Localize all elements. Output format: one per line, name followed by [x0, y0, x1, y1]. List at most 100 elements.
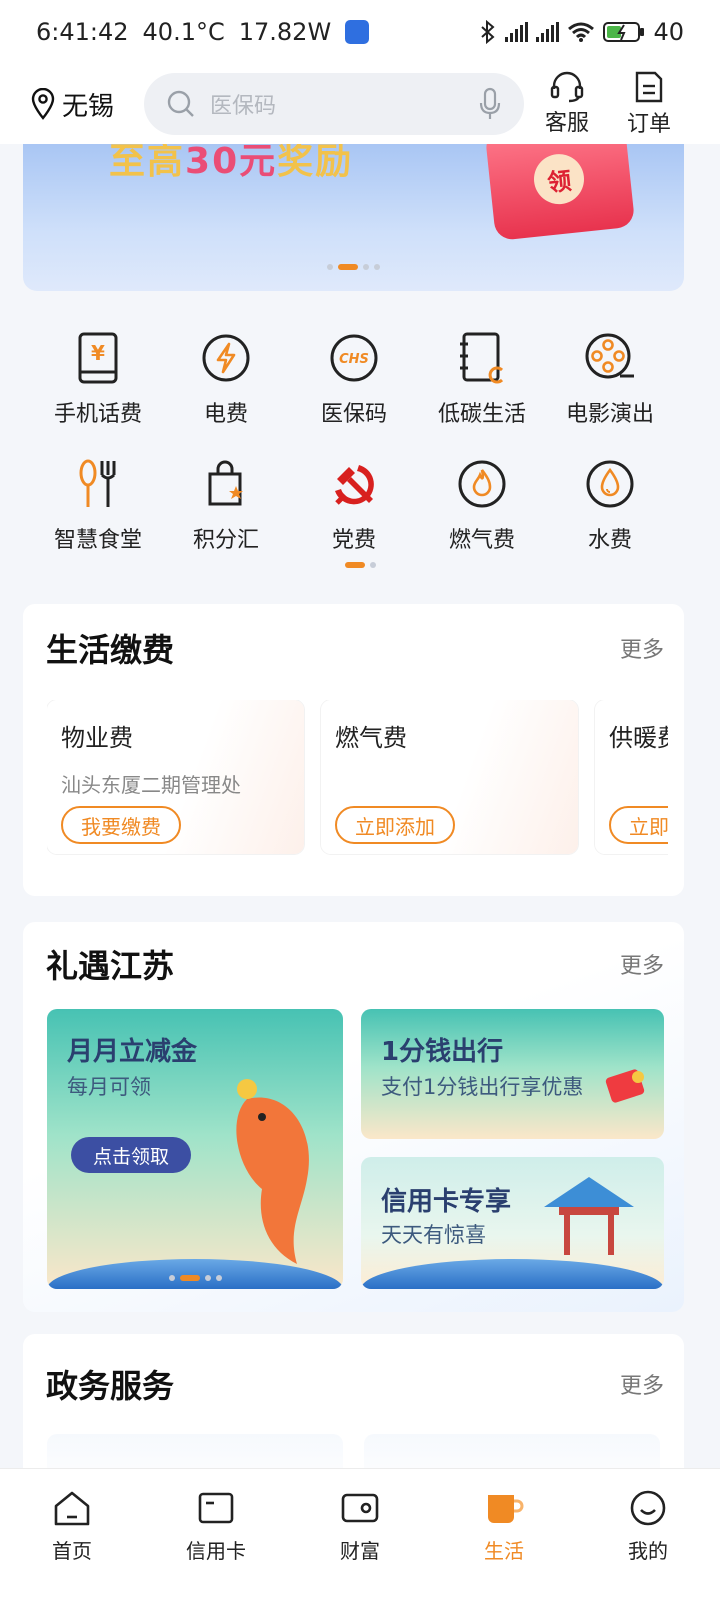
grid-item-phone-bill[interactable]: ¥ 手机话费: [34, 330, 162, 428]
tab-wealth[interactable]: 财富: [310, 1489, 410, 1600]
grid-item-electricity[interactable]: 电费: [162, 330, 290, 428]
grid-item-water-fee[interactable]: 水费: [546, 456, 674, 554]
banner-pagination: [23, 264, 684, 270]
pay-item-name: 燃气费: [335, 724, 407, 752]
status-bar: 6:41:42 40.1°C 17.82W 40: [0, 0, 720, 64]
grid-item-gas-fee[interactable]: 燃气费: [418, 456, 546, 554]
water-drop-icon: [582, 456, 638, 512]
search-input[interactable]: 医保码: [144, 73, 525, 135]
pay-now-button[interactable]: 我要缴费: [61, 806, 181, 844]
grid-item-smart-canteen[interactable]: 智慧食堂: [34, 456, 162, 554]
bottom-tab-bar: 首页 信用卡 财富 生活 我的: [0, 1468, 720, 1600]
pay-item-heating[interactable]: 供暖费 立即添加: [595, 700, 668, 854]
grid-item-points[interactable]: 积分汇: [162, 456, 290, 554]
bluetooth-icon: [481, 20, 495, 44]
pavilion-image: [544, 1177, 634, 1255]
battery-icon: [603, 22, 645, 42]
grid-label-smart-canteen: 智慧食堂: [53, 528, 142, 553]
notebook-icon: [454, 330, 510, 386]
status-time: 6:41:42: [36, 18, 129, 46]
phone-bill-icon: ¥: [70, 330, 126, 386]
microphone-icon[interactable]: [478, 87, 502, 121]
headset-icon: [550, 71, 584, 103]
monthly-discount-tile[interactable]: 月月立减金 每月可领 点击领取: [47, 1009, 343, 1289]
party-emblem-icon: [326, 456, 382, 512]
cup-icon: [488, 1495, 524, 1523]
home-icon: [54, 1491, 90, 1526]
tab-home[interactable]: 首页: [22, 1489, 122, 1600]
tab-label: 我的: [628, 1539, 668, 1563]
service-grid: ¥ 手机话费 电费 CHS 医保码 低碳生活 电影演出 智慧食堂 积分汇 党费 …: [34, 330, 674, 554]
wallet-icon: [341, 1493, 379, 1523]
tab-label: 首页: [52, 1539, 92, 1563]
status-temperature: 40.1°C: [142, 18, 225, 46]
pay-item-name: 供暖费: [609, 724, 668, 752]
top-header: 无锡 医保码 客服 订单: [0, 64, 720, 144]
grid-label-phone-bill: 手机话费: [53, 402, 142, 427]
wifi-icon: [568, 22, 595, 42]
customer-service-label: 客服: [545, 111, 590, 136]
grid-label-points: 积分汇: [192, 528, 259, 553]
shopping-bag-icon: [198, 456, 254, 512]
pay-item-subtitle: [335, 769, 564, 795]
tab-label: 生活: [484, 1539, 524, 1563]
pay-item-subtitle: 汕头东厦二期管理处: [61, 773, 241, 797]
chs-icon: CHS: [326, 330, 382, 386]
tab-label: 信用卡: [186, 1539, 246, 1563]
cutlery-icon: [70, 456, 126, 512]
gov-services-more-link[interactable]: 更多: [620, 1368, 664, 1400]
tab-mine[interactable]: 我的: [598, 1489, 698, 1600]
location-label: 无锡: [62, 91, 115, 122]
grid-item-movies[interactable]: 电影演出: [546, 330, 674, 428]
promo-banner[interactable]: 至高30元奖励 领: [23, 144, 684, 291]
one-cent-travel-tile[interactable]: 1分钱出行 支付1分钱出行享优惠: [361, 1009, 664, 1139]
tile-title: 月月立减金: [67, 1037, 198, 1067]
pay-item-subtitle: [609, 769, 668, 795]
tile-subtitle: 支付1分钱出行享优惠: [381, 1075, 584, 1099]
life-payments-title: 生活缴费: [46, 631, 175, 669]
add-now-button[interactable]: 立即添加: [609, 806, 668, 844]
orders-button[interactable]: 订单: [610, 70, 688, 138]
pay-item-gas[interactable]: 燃气费 立即添加: [321, 700, 578, 854]
red-envelope-image: [605, 1069, 645, 1103]
film-reel-icon: [582, 330, 638, 386]
life-payments-more-link[interactable]: 更多: [620, 632, 664, 664]
tile-subtitle: 天天有惊喜: [381, 1223, 486, 1247]
life-payments-list: 物业费 汕头东厦二期管理处 我要缴费 燃气费 立即添加 供暖费 立即添加: [47, 700, 668, 860]
svg-text:¥: ¥: [91, 341, 105, 365]
add-now-button[interactable]: 立即添加: [335, 806, 455, 844]
grid-label-movies: 电影演出: [565, 402, 654, 427]
claim-button[interactable]: 点击领取: [71, 1137, 192, 1173]
banner-title: 至高30元奖励: [109, 144, 354, 182]
smiley-icon: [630, 1490, 666, 1526]
location-pin-icon: [31, 88, 55, 120]
grid-item-party-fee[interactable]: 党费: [290, 456, 418, 554]
grid-item-low-carbon[interactable]: 低碳生活: [418, 330, 546, 428]
jiangsu-offers-more-link[interactable]: 更多: [620, 948, 664, 980]
tab-life[interactable]: 生活: [454, 1489, 554, 1600]
flame-icon: [454, 456, 510, 512]
grid-item-medical-code[interactable]: CHS 医保码: [290, 330, 418, 428]
tile-pagination: [47, 1275, 343, 1281]
tile-subtitle: 每月可领: [67, 1075, 151, 1099]
pay-item-property[interactable]: 物业费 汕头东厦二期管理处 我要缴费: [47, 700, 304, 854]
tab-credit-card[interactable]: 信用卡: [166, 1489, 266, 1600]
svg-text:CHS: CHS: [339, 352, 369, 367]
grid-pagination: [0, 562, 720, 568]
signal-icon: [505, 22, 529, 42]
credit-card-offer-tile[interactable]: 信用卡专享 天天有惊喜: [361, 1157, 664, 1289]
grid-label-medical-code: 医保码: [320, 402, 387, 427]
signal-icon-2: [536, 22, 560, 42]
search-icon: [167, 90, 194, 117]
status-power: 17.82W: [238, 18, 332, 46]
grid-label-gas-fee: 燃气费: [448, 528, 515, 553]
grid-label-water-fee: 水费: [587, 528, 632, 553]
orders-label: 订单: [627, 112, 672, 137]
life-payments-card: 生活缴费 更多 物业费 汕头东厦二期管理处 我要缴费 燃气费 立即添加 供暖费 …: [23, 604, 684, 896]
customer-service-button[interactable]: 客服: [528, 71, 606, 137]
jiangsu-offers-title: 礼遇江苏: [46, 947, 175, 985]
red-packet-image: 领: [484, 144, 636, 242]
tile-title: 1分钱出行: [381, 1037, 504, 1067]
location-selector[interactable]: 无锡: [30, 86, 114, 123]
pay-item-name: 物业费: [61, 724, 133, 752]
